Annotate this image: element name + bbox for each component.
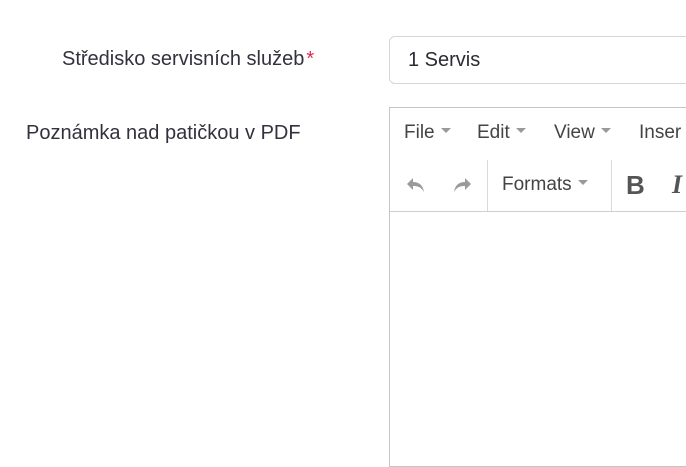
service-center-value: 1 Servis	[408, 49, 481, 71]
menu-file[interactable]: File	[404, 122, 451, 144]
service-center-select[interactable]: 1 Servis	[389, 36, 686, 84]
formats-label: Formats	[502, 174, 572, 195]
menu-insert-label: Inser	[639, 122, 682, 143]
menu-insert[interactable]: Inser	[639, 122, 681, 144]
menu-edit[interactable]: Edit	[477, 122, 526, 144]
chevron-down-icon	[515, 128, 526, 134]
menu-view[interactable]: View	[554, 122, 611, 144]
redo-button[interactable]	[451, 174, 473, 196]
menu-view-label: View	[554, 122, 595, 143]
undo-icon	[405, 174, 427, 196]
undo-button[interactable]	[405, 174, 427, 196]
bold-button[interactable]: B	[626, 170, 645, 201]
service-center-label-text: Středisko servisních služeb	[62, 48, 305, 70]
toolbar-divider	[487, 160, 488, 211]
menu-edit-label: Edit	[477, 122, 510, 143]
toolbar-divider	[611, 160, 612, 211]
formats-dropdown[interactable]: Formats	[502, 174, 588, 196]
chevron-down-icon	[600, 128, 611, 134]
menu-file-label: File	[404, 122, 435, 143]
redo-icon	[451, 174, 473, 196]
editor-toolbar: Formats B I	[390, 160, 686, 212]
italic-button[interactable]: I	[672, 170, 682, 200]
chevron-down-icon	[440, 128, 451, 134]
rich-text-editor: File Edit View Inser Formats B I	[389, 107, 686, 467]
editor-menubar: File Edit View Inser	[390, 108, 686, 161]
chevron-down-icon	[577, 180, 588, 186]
editor-content-area[interactable]	[390, 212, 686, 466]
service-center-label: Středisko servisních služeb *	[62, 48, 314, 71]
pdf-note-label: Poznámka nad patičkou v PDF	[26, 122, 301, 144]
required-asterisk: *	[306, 48, 315, 70]
